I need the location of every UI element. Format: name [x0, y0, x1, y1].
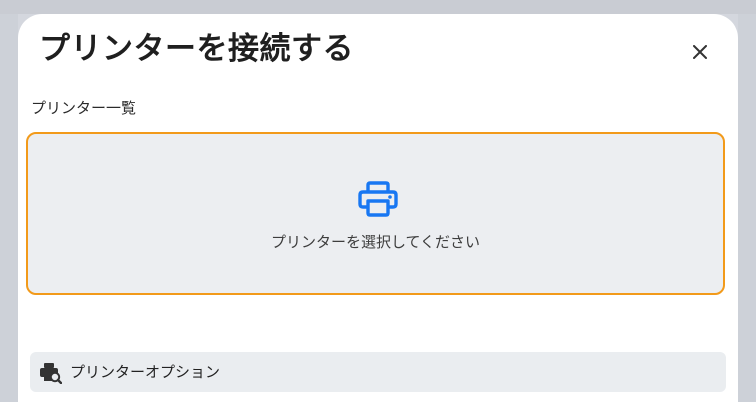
printer-select-area[interactable]: プリンターを選択してください: [26, 132, 725, 295]
printer-options-button[interactable]: プリンターオプション: [30, 352, 726, 392]
printer-icon: [358, 181, 398, 217]
connect-printer-dialog: プリンターを接続する プリンター一覧 プリンターを選択してください プリンターオ…: [18, 14, 738, 402]
printer-options-label: プリンターオプション: [70, 363, 221, 381]
close-button[interactable]: [684, 36, 716, 68]
dialog-title: プリンターを接続する: [39, 31, 354, 67]
select-printer-prompt: プリンターを選択してください: [270, 233, 481, 251]
close-icon: [693, 45, 707, 59]
printer-list-label: プリンター一覧: [31, 99, 137, 117]
backdrop-top: [0, 0, 756, 14]
printer-search-icon: [40, 363, 62, 384]
